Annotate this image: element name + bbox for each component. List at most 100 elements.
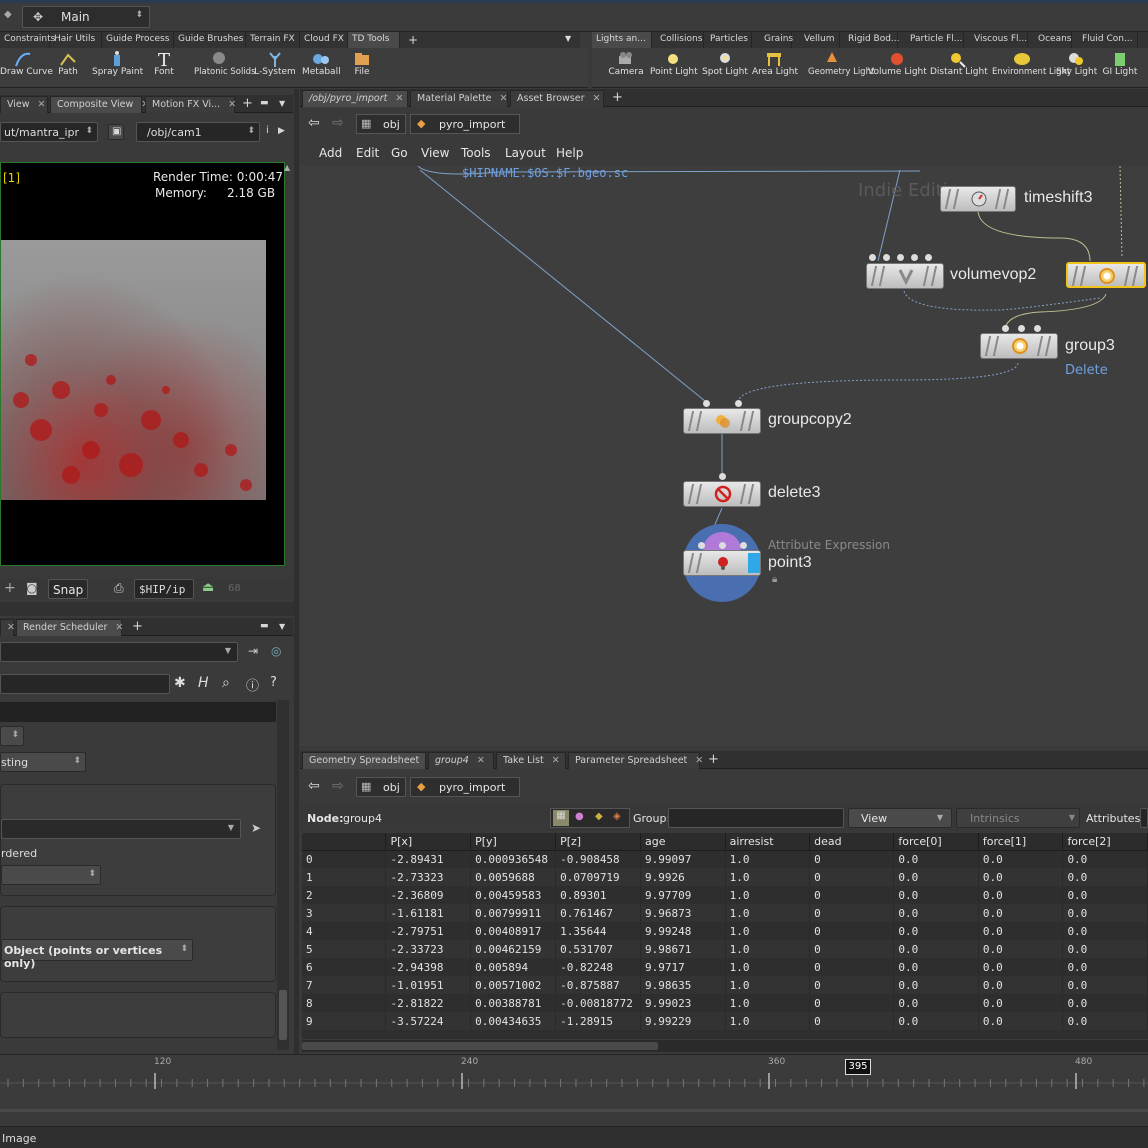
display-flag[interactable]: [748, 553, 760, 573]
path-obj[interactable]: ▦ obj: [356, 777, 406, 797]
node-select[interactable]: ▼: [0, 642, 238, 662]
menu-tools[interactable]: Tools: [461, 146, 491, 160]
tool-geometry-light[interactable]: Geometry Light: [808, 48, 874, 88]
add-tab-icon[interactable]: +: [132, 619, 143, 634]
table-row[interactable]: 3 -1.61181 0.00799911 0.761467 9.96873 1.0 0 0.…: [302, 904, 1148, 922]
tool-sky-light[interactable]: Sky Light: [1056, 48, 1097, 88]
path-pyro-import[interactable]: ◆ pyro_import: [410, 114, 520, 134]
intrinsics-select[interactable]: Intrinsics ▼: [956, 808, 1080, 828]
column-header[interactable]: force[0]: [893, 833, 979, 851]
path-pyro-import[interactable]: ◆ pyro_import: [410, 777, 520, 797]
column-header[interactable]: dead: [809, 833, 895, 851]
shelf-menu-icon[interactable]: ▼: [565, 34, 571, 43]
node-name-field[interactable]: [0, 674, 170, 694]
scrollbar-thumb[interactable]: [302, 1042, 658, 1050]
primitives-icon[interactable]: ◆: [595, 811, 603, 822]
play-icon[interactable]: ▶: [278, 126, 285, 136]
help-icon[interactable]: ?: [270, 675, 277, 690]
snapshot-icon[interactable]: ◙: [26, 581, 38, 595]
table-row[interactable]: 9 -3.57224 0.00434635 -1.28915 9.99229 1.0 0 0.…: [302, 1012, 1148, 1030]
shelf-tab[interactable]: TD Tools: [348, 32, 400, 48]
tool-spot-light[interactable]: Spot Light: [702, 48, 748, 88]
shelf-tab[interactable]: Lights an...: [592, 32, 652, 48]
node-groupcopy2[interactable]: [683, 408, 761, 434]
current-frame-marker[interactable]: 395: [845, 1059, 871, 1075]
table-row[interactable]: 7 -1.01951 0.00571002 -0.875887 9.98635 1.0 0 0…: [302, 976, 1148, 994]
tool-platonic-solids[interactable]: Platonic Solids: [194, 48, 256, 88]
network-canvas[interactable]: $HIPNAME.$OS.$F.bgeo.sc Indie Editi time…: [300, 166, 1148, 746]
tab-composite-view[interactable]: Composite View✕: [50, 96, 149, 113]
table-row[interactable]: 6 -2.94398 0.005894 -0.82248 9.9717 1.0 0 0.0 0.…: [302, 958, 1148, 976]
forward-arrow-icon[interactable]: ⇨: [332, 115, 344, 131]
scrollbar-thumb[interactable]: [279, 990, 287, 1040]
table-row[interactable]: 5 -2.33723 0.00462159 0.531707 9.98671 1.0 0 0.…: [302, 940, 1148, 958]
tab-view[interactable]: View ✕: [0, 96, 48, 113]
cursor-select-icon[interactable]: ➤: [251, 821, 261, 835]
shelf-tab[interactable]: Particles: [706, 32, 752, 48]
shelf-tab[interactable]: Collisions: [656, 32, 704, 48]
hip-path-field[interactable]: $HIP/ip: [134, 579, 194, 599]
tab-take-list[interactable]: Take List ✕: [496, 752, 566, 769]
menu-edit[interactable]: Edit: [356, 146, 379, 160]
shelf-tab[interactable]: Grains: [760, 32, 793, 48]
shelf-tab[interactable]: Fluid Con...: [1078, 32, 1138, 48]
node-label-group3[interactable]: group3: [1065, 337, 1115, 355]
column-header[interactable]: P[x]: [385, 833, 472, 851]
node-volumevop2[interactable]: [866, 263, 944, 289]
add-tab-icon[interactable]: +: [612, 90, 623, 105]
column-header[interactable]: age: [640, 833, 726, 851]
tool-path[interactable]: Path: [52, 48, 84, 88]
tool-area-light[interactable]: Area Light: [752, 48, 798, 88]
column-header[interactable]: airresist: [725, 833, 811, 851]
search-icon[interactable]: ⌕: [222, 675, 230, 691]
column-header[interactable]: P[y]: [470, 833, 557, 851]
class-select[interactable]: Object (points or vertices only) ⬍: [1, 939, 193, 970]
table-row[interactable]: 4 -2.79751 0.00408917 1.35644 9.99248 1.0 0 0.0…: [302, 922, 1148, 940]
timeline[interactable]: 120 240 360 480 395: [0, 1054, 1148, 1112]
tab-render-scheduler[interactable]: Render Scheduler ✕: [16, 619, 123, 636]
node-label-point3[interactable]: point3: [768, 554, 812, 572]
shelf-tab[interactable]: Constraints: [0, 32, 55, 48]
column-header[interactable]: [302, 833, 387, 851]
camera-select[interactable]: /obj/cam1 ⬍: [136, 122, 260, 142]
column-header[interactable]: force[2]: [1062, 833, 1148, 851]
tool-l-system[interactable]: L-System: [254, 48, 296, 88]
node-label-timeshift3[interactable]: timeshift3: [1024, 189, 1092, 207]
param-select-3[interactable]: ⬍: [1, 865, 101, 885]
load-icon[interactable]: ⏏: [202, 580, 214, 595]
add-icon[interactable]: +: [4, 580, 16, 596]
points-icon[interactable]: ▦: [553, 810, 569, 826]
view-select[interactable]: View ▼: [848, 808, 952, 828]
pane-maximize-icon[interactable]: ▬: [260, 98, 269, 108]
desktop-arrow-icon[interactable]: ◆: [4, 9, 12, 20]
tool-gi-light[interactable]: GI Light: [1100, 48, 1140, 88]
node-selected[interactable]: [1066, 262, 1146, 288]
param-select-1[interactable]: ⬍: [0, 726, 24, 746]
render-view[interactable]: [1] Render Time: 0:00:47 Memory: 2.18 GB…: [0, 162, 290, 566]
save-image-icon[interactable]: ⎙: [114, 581, 124, 596]
forward-arrow-icon[interactable]: ⇨: [332, 778, 344, 794]
scroll-up-icon[interactable]: ▲: [284, 163, 290, 172]
tool-environment-light[interactable]: Environment Light: [992, 48, 1070, 88]
add-tab-icon[interactable]: +: [242, 96, 253, 111]
shelf-tab[interactable]: Oceans: [1034, 32, 1072, 48]
tab-obj-pyro-import[interactable]: /obj/pyro_import ✕: [302, 90, 408, 107]
params-scrollbar[interactable]: [277, 700, 289, 1050]
path-obj[interactable]: ▦ obj: [356, 114, 406, 134]
tab-geometry-spreadsheet[interactable]: Geometry Spreadsheet✕: [302, 752, 435, 769]
column-header[interactable]: force[1]: [978, 833, 1064, 851]
pane-menu-icon[interactable]: ▼: [279, 99, 285, 108]
vertices-icon[interactable]: ●: [575, 811, 584, 822]
menu-view[interactable]: View: [421, 146, 449, 160]
tab-params-close[interactable]: ✕: [0, 619, 15, 636]
table-row[interactable]: 2 -2.36809 0.00459583 0.89301 9.97709 1.0 0 0.0…: [302, 886, 1148, 904]
horizontal-splitter[interactable]: [0, 602, 294, 616]
tool-volume-light[interactable]: Volume Light: [868, 48, 927, 88]
add-tab-icon[interactable]: +: [708, 752, 719, 767]
target-icon[interactable]: ◎: [271, 644, 281, 658]
shelf-tab[interactable]: Guide Process: [102, 32, 174, 48]
rop-select[interactable]: ut/mantra_ipr ⬍: [0, 122, 98, 142]
tab-asset-browser[interactable]: Asset Browser ✕: [510, 90, 604, 107]
node-delete3[interactable]: [683, 481, 761, 507]
param-field[interactable]: ▼: [1, 819, 241, 839]
